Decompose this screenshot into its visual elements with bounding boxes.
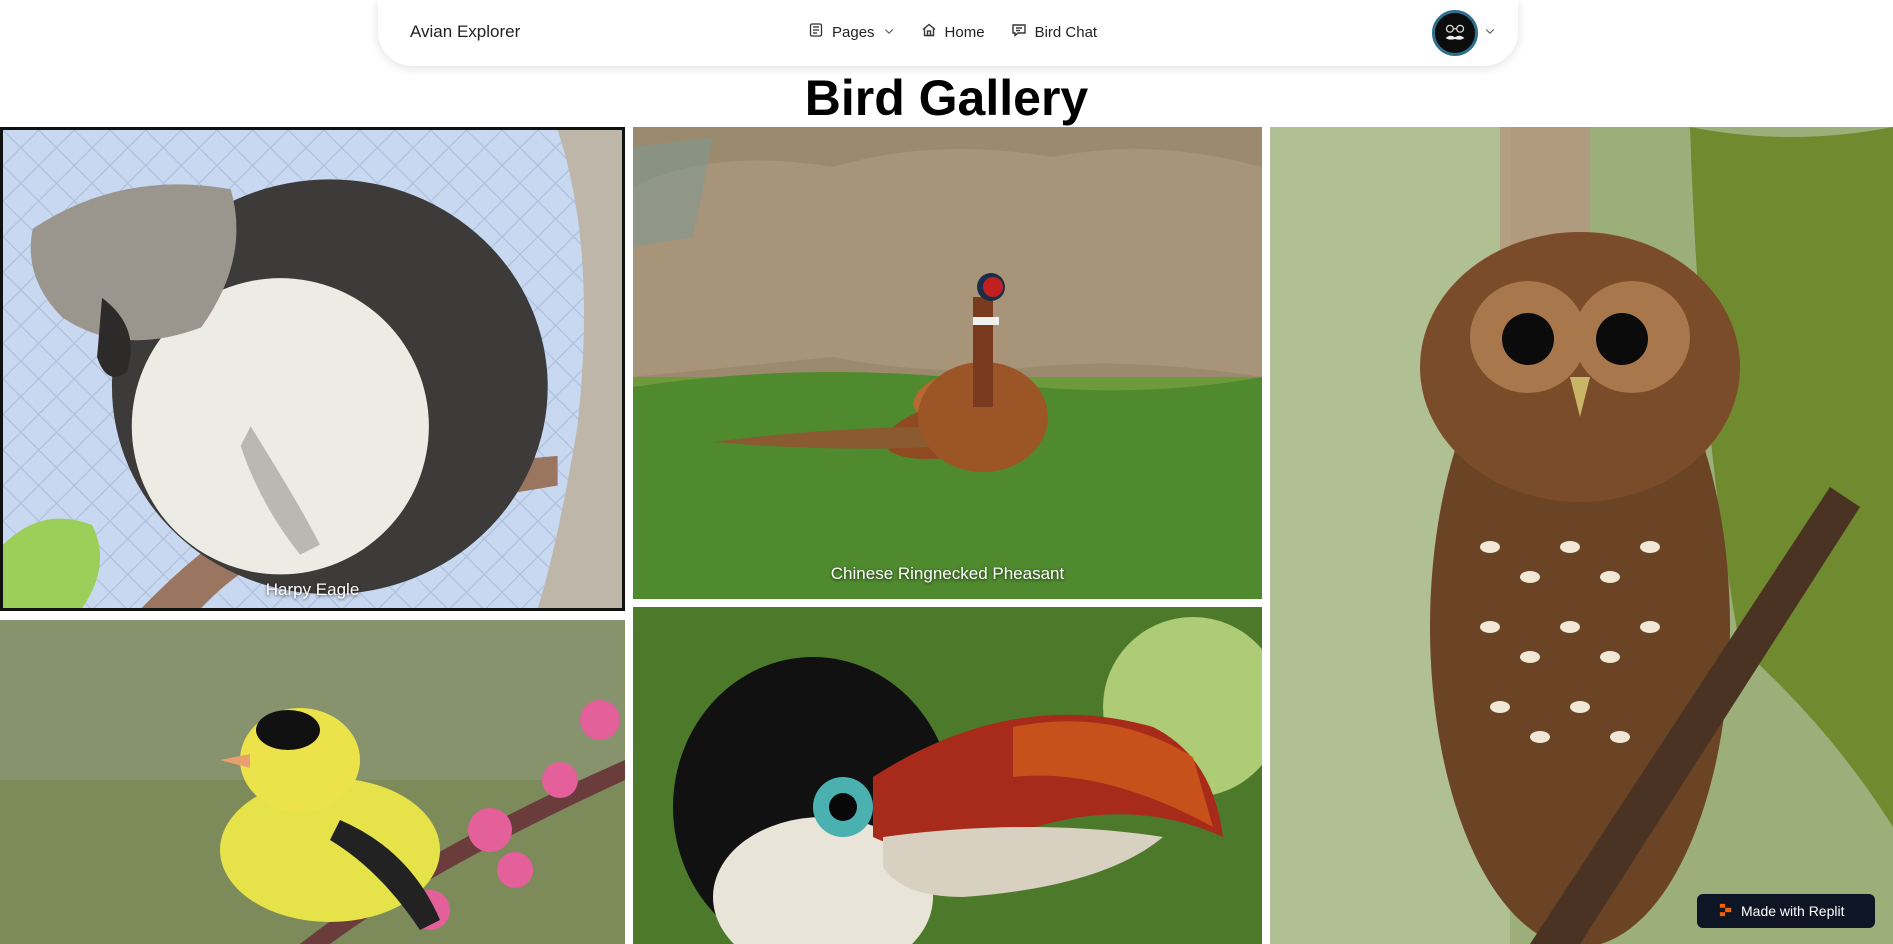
nav-item-home-label: Home bbox=[944, 23, 985, 41]
pages-icon bbox=[808, 22, 824, 42]
chat-icon bbox=[1011, 22, 1027, 42]
made-with-replit-badge[interactable]: Made with Replit bbox=[1697, 894, 1875, 928]
home-icon bbox=[921, 22, 937, 42]
nav-item-home[interactable]: Home bbox=[921, 22, 985, 42]
user-menu[interactable] bbox=[1432, 10, 1496, 56]
replit-logo-icon bbox=[1719, 902, 1733, 921]
gallery-tile-harpy-eagle[interactable]: Harpy Eagle bbox=[0, 127, 625, 611]
brand-title[interactable]: Avian Explorer bbox=[410, 22, 520, 42]
nav-item-bird-chat[interactable]: Bird Chat bbox=[1011, 22, 1098, 42]
nav-item-pages[interactable]: Pages bbox=[808, 22, 895, 42]
chevron-down-icon bbox=[883, 24, 895, 41]
gallery-tile-goldfinch[interactable] bbox=[0, 620, 625, 944]
nav-item-bird-chat-label: Bird Chat bbox=[1034, 23, 1098, 41]
nav-menu: Pages Home Bird Chat bbox=[808, 22, 1097, 42]
page-title: Bird Gallery bbox=[804, 70, 1089, 126]
mustache-avatar-icon[interactable] bbox=[1432, 10, 1478, 56]
chevron-down-icon bbox=[1484, 24, 1496, 42]
top-navbar: Avian Explorer Pages Home Bird Chat bbox=[378, 0, 1518, 66]
spotted-owl-image bbox=[1270, 127, 1893, 944]
gallery-caption: Chinese Ringnecked Pheasant bbox=[830, 564, 1065, 583]
nav-item-pages-label: Pages bbox=[832, 23, 875, 41]
gallery-caption: Harpy Eagle bbox=[265, 580, 360, 599]
gallery-tile-aracari[interactable] bbox=[633, 607, 1262, 944]
pheasant-image bbox=[633, 127, 1262, 599]
harpy-eagle-image bbox=[3, 130, 622, 608]
goldfinch-image bbox=[0, 620, 625, 944]
gallery-tile-pheasant[interactable]: Chinese Ringnecked Pheasant bbox=[633, 127, 1262, 599]
gallery-tile-owl[interactable] bbox=[1270, 127, 1893, 944]
badge-label: Made with Replit bbox=[1741, 903, 1845, 919]
aracari-image bbox=[633, 607, 1262, 944]
